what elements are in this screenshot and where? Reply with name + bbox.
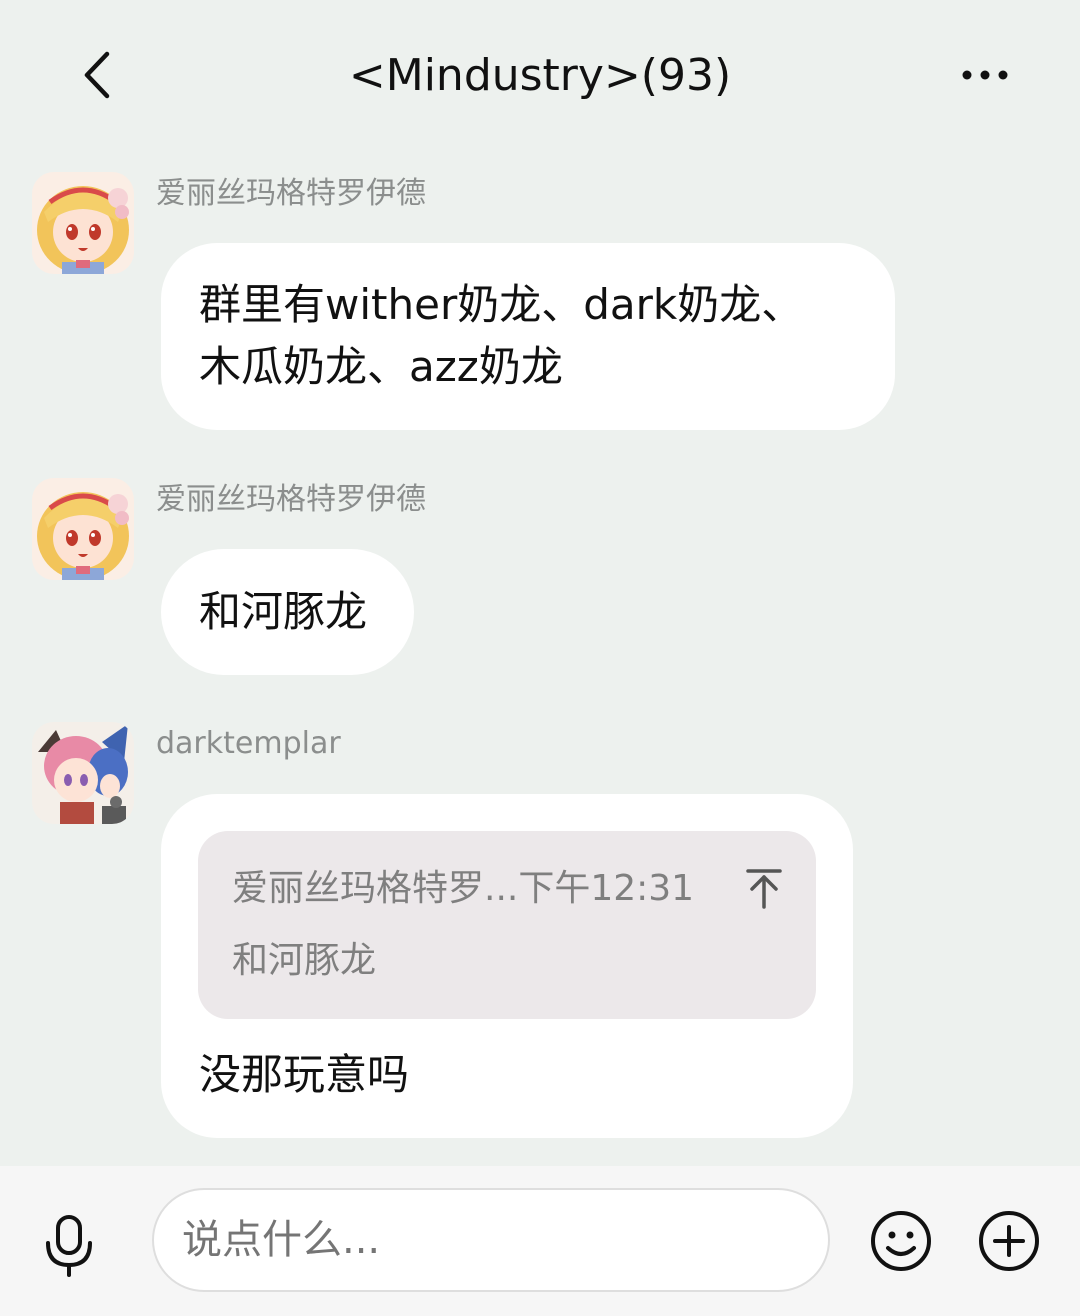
input-bar bbox=[0, 1166, 1080, 1316]
quote-body: 和河豚龙 bbox=[232, 940, 377, 981]
sender-name: darktemplar bbox=[156, 726, 341, 761]
chat-title: <Mindustry>(93) bbox=[348, 50, 732, 101]
sender-name: 爱丽丝玛格特罗伊德 bbox=[156, 482, 426, 517]
sender-name: 爱丽丝玛格特罗伊德 bbox=[156, 176, 426, 211]
avatar-darktemplar-image bbox=[32, 722, 134, 824]
plus-circle-icon[interactable] bbox=[976, 1208, 1042, 1274]
more-dots-icon bbox=[962, 70, 1008, 80]
chat-screen: <Mindustry>(93) 爱丽丝玛格特罗伊德 群里有wither奶龙、da… bbox=[0, 0, 1080, 1316]
avatar-alice-image bbox=[32, 172, 134, 274]
chevron-left-icon bbox=[84, 51, 110, 99]
avatar-alice[interactable] bbox=[32, 478, 134, 580]
message-bubble[interactable]: 群里有wither奶龙、dark奶龙、 木瓜奶龙、azz奶龙 bbox=[161, 243, 895, 430]
avatar-darktemplar[interactable] bbox=[32, 722, 134, 824]
microphone-icon bbox=[46, 1215, 92, 1277]
message-text: 没那玩意吗 bbox=[199, 1050, 410, 1099]
message-input[interactable] bbox=[152, 1188, 830, 1292]
back-button[interactable] bbox=[62, 40, 132, 110]
avatar-alice-image bbox=[32, 478, 134, 580]
chat-header: <Mindustry>(93) bbox=[0, 0, 1080, 150]
message-bubble[interactable]: 爱丽丝玛格特罗...下午12:31 和河豚龙 没那玩意吗 bbox=[161, 794, 853, 1138]
message-text-line: 木瓜奶龙、azz奶龙 bbox=[199, 342, 563, 391]
message-text-line: 群里有wither奶龙、dark奶龙、 bbox=[199, 280, 804, 329]
message-bubble[interactable]: 和河豚龙 bbox=[161, 549, 414, 675]
emoji-icon[interactable] bbox=[868, 1208, 934, 1274]
more-button[interactable] bbox=[945, 40, 1025, 110]
quoted-message[interactable]: 爱丽丝玛格特罗...下午12:31 和河豚龙 bbox=[198, 831, 816, 1019]
jump-to-top-icon[interactable] bbox=[742, 867, 786, 911]
message-text: 和河豚龙 bbox=[199, 587, 368, 636]
avatar-alice[interactable] bbox=[32, 172, 134, 274]
voice-button[interactable] bbox=[36, 1206, 102, 1286]
quote-header: 爱丽丝玛格特罗...下午12:31 bbox=[232, 868, 695, 909]
